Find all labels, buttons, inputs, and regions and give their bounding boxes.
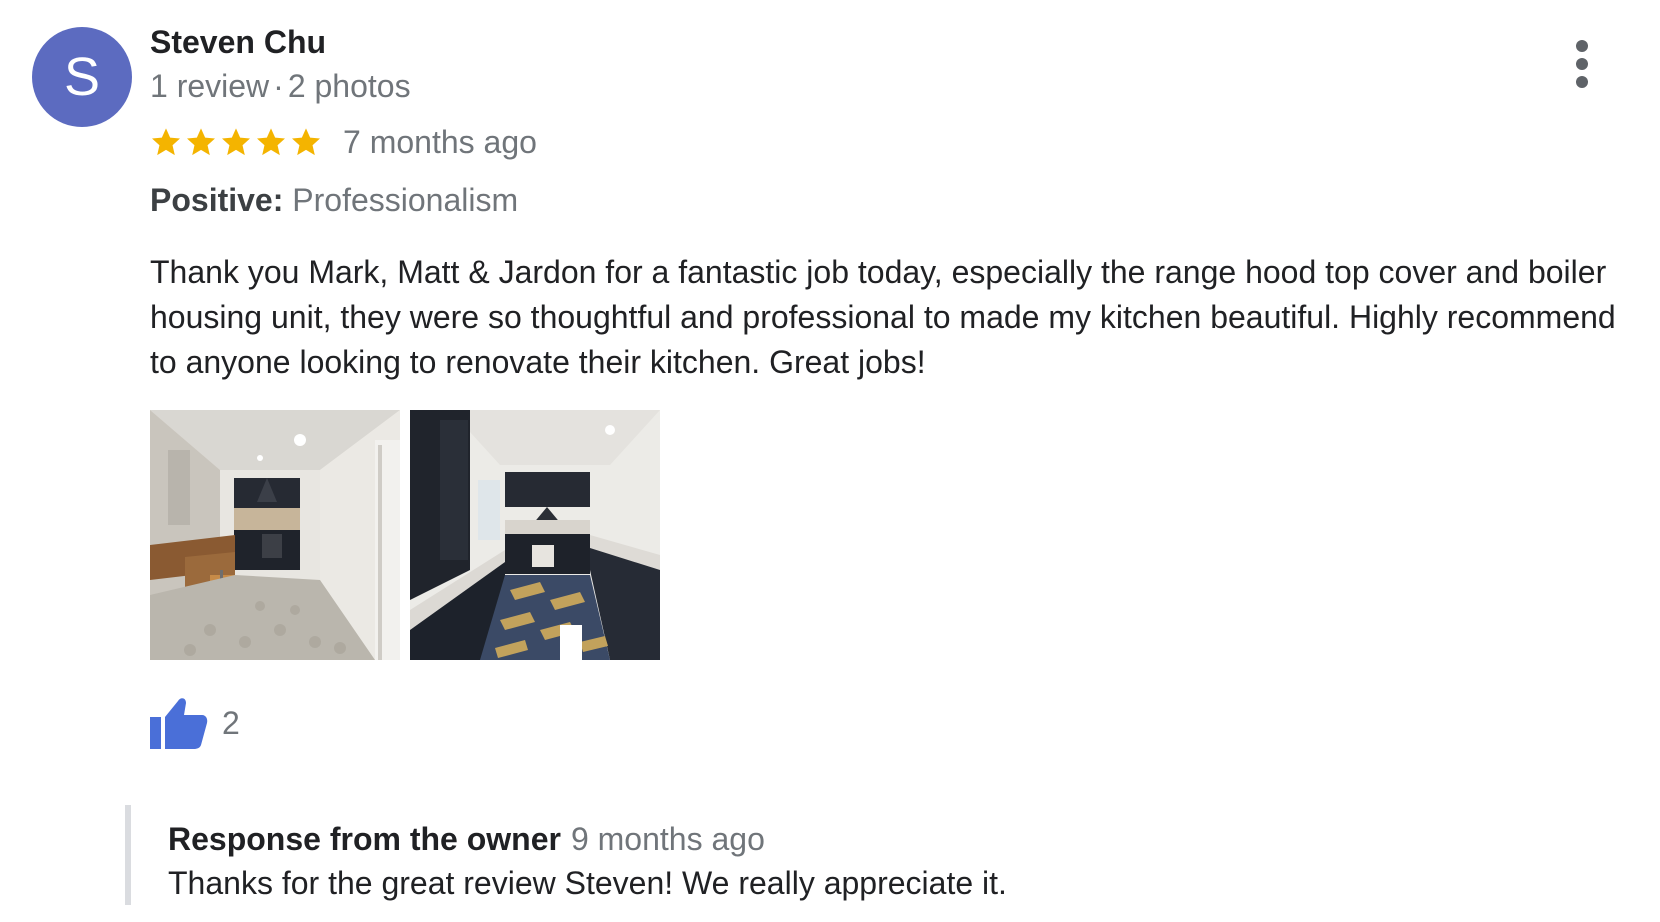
highlight-value: Professionalism [292,182,519,218]
response-text: Thanks for the great review Steven! We r… [168,865,1007,901]
owner-response: Response from the owner 9 months ago Than… [125,805,1531,905]
highlight-label: Positive: [150,182,284,218]
rating-row: 7 months ago [150,122,537,162]
kitchen-photo-2[interactable] [410,410,660,660]
meta-separator: · [273,68,284,104]
review-highlights: Positive: Professionalism [150,182,518,219]
response-title: Response from the owner [168,821,561,857]
star-icon [222,128,250,156]
star-icon [257,128,285,156]
thumbs-up-icon[interactable] [150,695,208,751]
review-text: Thank you Mark, Matt & Jardon for a fant… [150,254,1616,380]
star-rating [150,126,325,158]
review-count: 1 review [150,68,270,104]
review-photos [150,410,670,660]
star-icon [187,128,215,156]
like-row: 2 [150,695,240,751]
star-icon [152,128,180,156]
response-header: Response from the owner 9 months ago [168,821,765,858]
reviewer-name[interactable]: Steven Chu [150,24,326,61]
avatar[interactable]: S [32,27,132,127]
review-time: 7 months ago [343,123,537,160]
like-count: 2 [222,704,240,741]
kitchen-photo-1[interactable] [150,410,400,660]
photo-count: 2 photos [287,68,411,104]
star-icon [292,128,320,156]
more-options-button[interactable] [1568,38,1596,90]
response-time: 9 months ago [570,821,765,857]
reviewer-meta: 1 review · 2 photos [150,68,411,105]
